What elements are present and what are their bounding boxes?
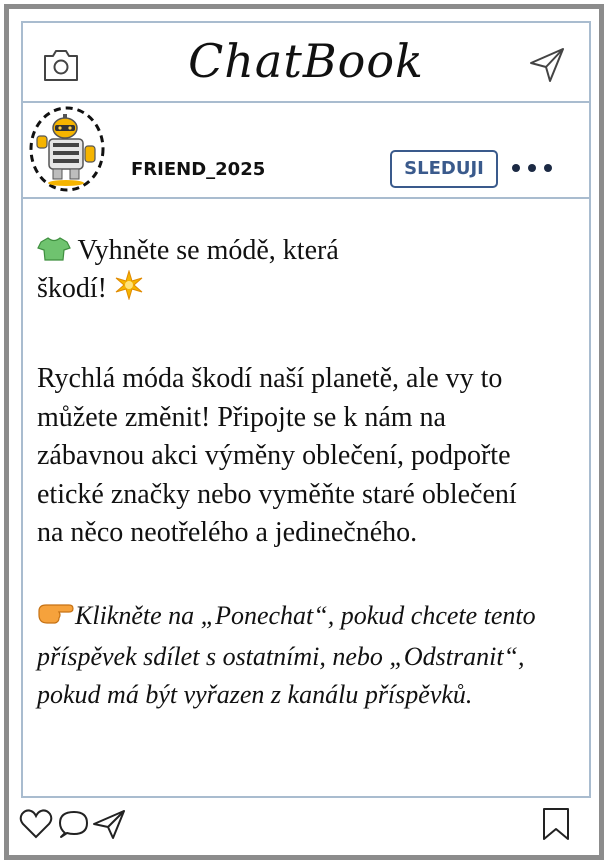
paper-plane-icon[interactable] [527,45,567,90]
heart-icon[interactable] [19,807,53,846]
sparkle-icon [114,269,144,308]
post-content: Vyhněte se módě, která škodí! Rychlá mód… [37,235,537,714]
avatar[interactable] [29,106,105,192]
pointing-hand-icon [37,599,75,638]
post-body: Rychlá móda škodí naší planetě, ale vy t… [37,363,517,548]
headline-line-1: Vyhněte se módě, která [77,235,339,266]
post-frame: ChatBook FRIEND_2025 SLEDUJI Vyhněte se … [4,4,604,860]
username[interactable]: FRIEND_2025 [131,159,265,180]
action-bar [9,799,599,855]
cta-text: Klikněte na „Ponechat“, pokud chcete ten… [37,600,536,709]
post-author-bar: FRIEND_2025 SLEDUJI [23,103,589,199]
post-cta: Klikněte na „Ponechat“, pokud chcete ten… [37,597,537,714]
follow-button[interactable]: SLEDUJI [390,150,498,188]
app-title: ChatBook [188,34,424,88]
tshirt-icon [37,236,71,270]
comment-icon[interactable] [57,807,91,846]
bookmark-icon[interactable] [541,807,571,846]
headline-line-2: škodí! [37,273,107,304]
post-headline: Vyhněte se módě, která škodí! [37,235,387,308]
more-dots-icon[interactable] [510,161,554,179]
app-header: ChatBook [23,23,589,103]
send-icon[interactable] [91,807,127,846]
